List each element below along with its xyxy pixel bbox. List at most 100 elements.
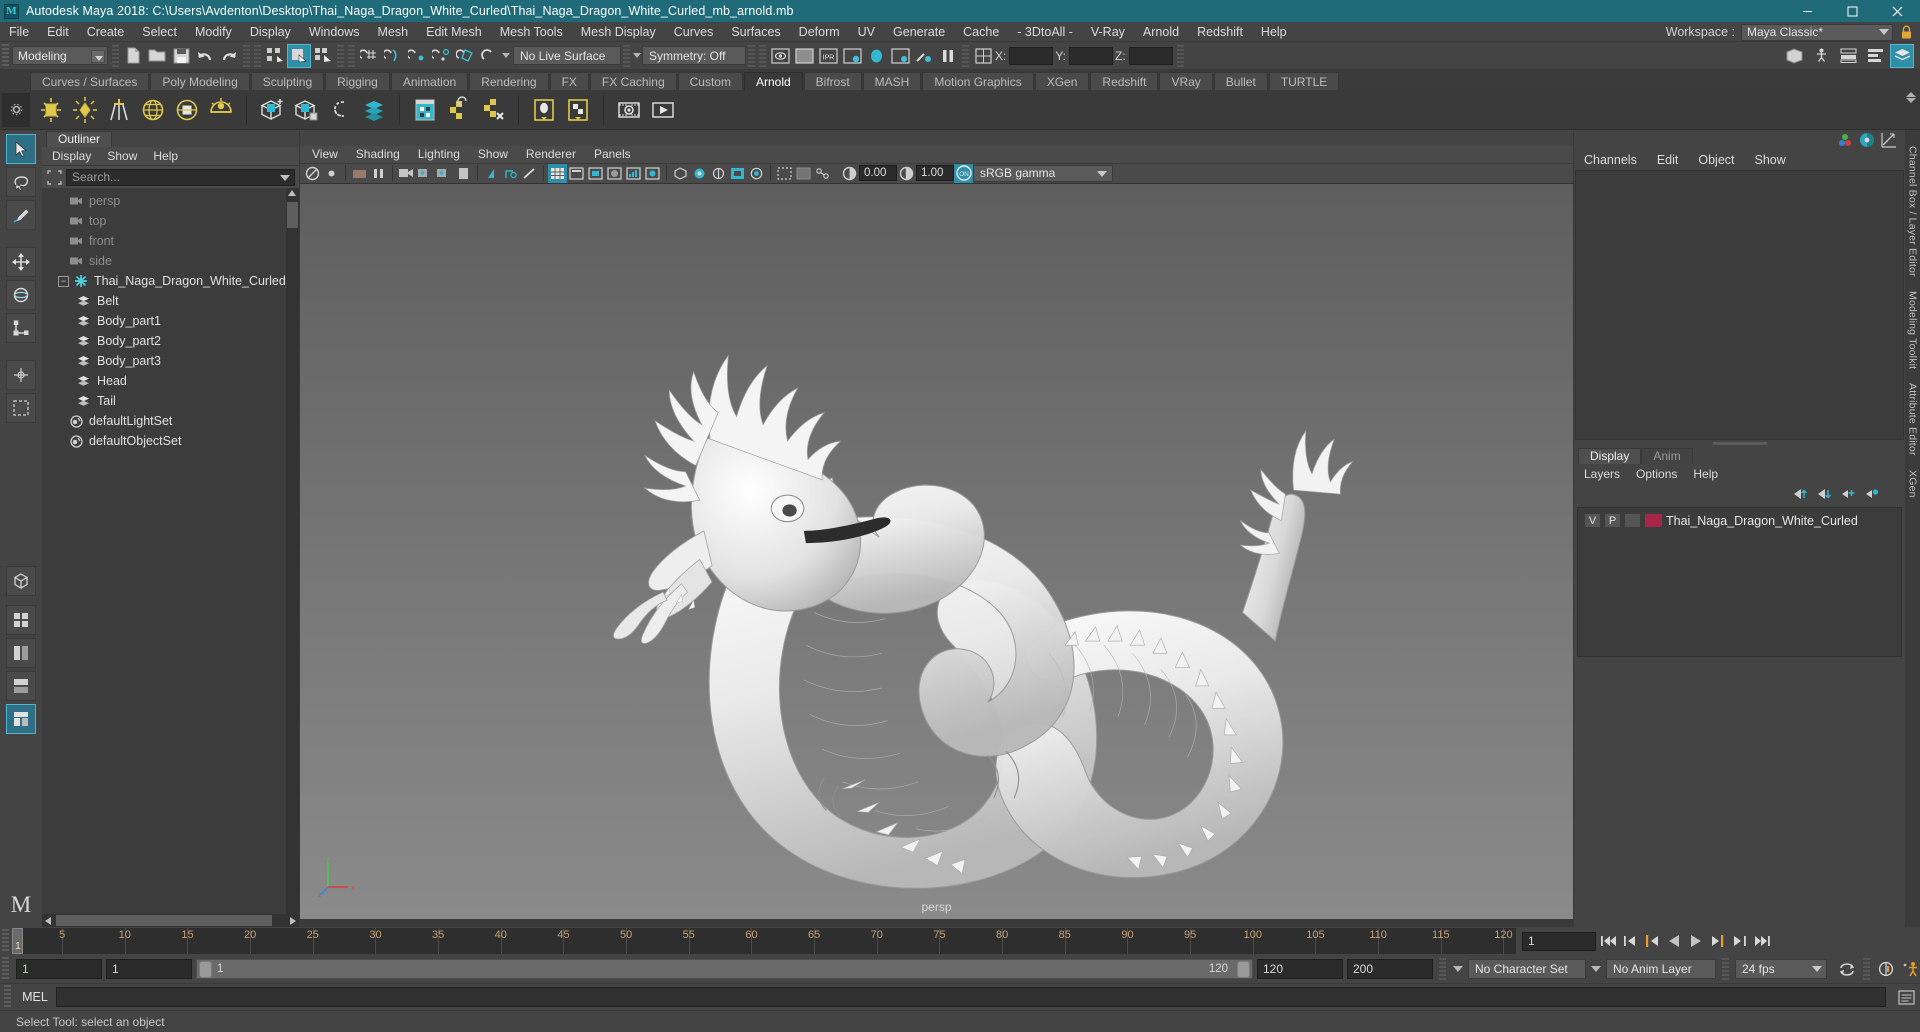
script-editor-icon[interactable] <box>1892 986 1920 1008</box>
range-slider-gripper[interactable] <box>2 957 9 981</box>
outliner-menu-show[interactable]: Show <box>107 149 137 163</box>
vtab-modeling-toolkit[interactable]: Modeling Toolkit <box>1907 291 1919 369</box>
viewport-menu-panels[interactable]: Panels <box>594 147 631 161</box>
outliner-item-default-object-set[interactable]: defaultObjectSet <box>42 431 299 451</box>
scrollbar-thumb[interactable] <box>287 202 298 228</box>
channel-menu-channels[interactable]: Channels <box>1584 153 1637 167</box>
shelf-scroll-arrows[interactable] <box>1906 92 1916 103</box>
maximize-button[interactable] <box>1830 0 1875 22</box>
menu-create[interactable]: Create <box>78 22 134 42</box>
range-end-handle[interactable] <box>1237 961 1250 978</box>
snap-to-point-icon[interactable] <box>405 44 429 68</box>
shelf-tab-sculpting[interactable]: Sculpting <box>250 72 325 90</box>
arnold-flare-icon[interactable] <box>442 93 476 127</box>
command-line-gripper[interactable] <box>4 985 11 1009</box>
grid-toggle-icon[interactable] <box>454 164 473 183</box>
shelf-tab-rigging[interactable]: Rigging <box>325 72 390 90</box>
select-by-component-type-button[interactable] <box>311 44 335 68</box>
statusline-gripper[interactable] <box>2 43 9 68</box>
new-scene-button[interactable] <box>121 44 145 68</box>
xray-joints-icon[interactable] <box>813 164 832 183</box>
menu-set-dropdown[interactable]: Modeling <box>12 46 108 65</box>
viewport-menu-shading[interactable]: Shading <box>356 147 400 161</box>
single-perspective-view-button[interactable] <box>6 566 36 596</box>
collapse-group-icon[interactable]: − <box>58 275 69 287</box>
shelf-tab-curves-surfaces[interactable]: Curves / Surfaces <box>30 72 150 90</box>
search-icon[interactable] <box>46 169 62 185</box>
shelf-tab-bullet[interactable]: Bullet <box>1213 72 1268 90</box>
shelf-tab-fx[interactable]: FX <box>549 72 589 90</box>
select-by-object-type-button[interactable] <box>287 43 311 68</box>
shelf-tab-vray[interactable]: VRay <box>1159 72 1213 90</box>
step-back-keyframe-icon[interactable] <box>1620 931 1640 951</box>
resolution-gate-icon[interactable] <box>501 164 520 183</box>
outliner-item-front[interactable]: front <box>42 231 299 251</box>
snap-to-view-planes-icon[interactable] <box>453 44 477 68</box>
range-slider-bar[interactable]: 1 120 <box>196 959 1253 979</box>
menu-mesh[interactable]: Mesh <box>369 22 418 42</box>
coord-x-input[interactable] <box>1009 46 1054 65</box>
select-by-hierarchy-button[interactable] <box>263 44 287 68</box>
scroll-left-icon[interactable] <box>45 917 51 925</box>
outliner-menu-display[interactable]: Display <box>52 149 91 163</box>
viewport-menu-renderer[interactable]: Renderer <box>526 147 576 161</box>
outliner-item-tail[interactable]: Tail <box>42 391 299 411</box>
layer-menu-layers[interactable]: Layers <box>1584 467 1620 481</box>
shelf-tab-rendering[interactable]: Rendering <box>469 72 549 90</box>
layer-menu-help[interactable]: Help <box>1693 467 1718 481</box>
snap-options-chevron-icon[interactable] <box>501 46 511 66</box>
menu-redshift[interactable]: Redshift <box>1188 22 1252 42</box>
render-settings-icon[interactable] <box>840 44 864 68</box>
image-plane-attributes-icon[interactable] <box>369 164 388 183</box>
outliner-item-body-part1[interactable]: Body_part1 <box>42 311 299 331</box>
new-layer-from-selected-icon[interactable] <box>1864 488 1879 500</box>
minimize-button[interactable] <box>1785 0 1830 22</box>
lasso-select-tool-button[interactable] <box>6 167 36 197</box>
exposure-value-input[interactable]: 0.00 <box>859 165 897 182</box>
playback-speed-dropdown[interactable]: 24 fps <box>1735 959 1827 979</box>
channel-box-icon[interactable] <box>1837 133 1853 147</box>
open-scene-button[interactable] <box>145 44 169 68</box>
camera-attributes-icon[interactable] <box>350 164 369 183</box>
four-view-layout-button[interactable] <box>6 605 36 635</box>
last-tool-used-button[interactable] <box>6 393 36 423</box>
outliner-horizontal-scrollbar[interactable] <box>42 914 299 927</box>
xray-toggle-icon[interactable] <box>794 164 813 183</box>
film-gate-icon[interactable] <box>482 164 501 183</box>
graph-editor-icon[interactable] <box>1881 132 1897 148</box>
layer-playback-toggle[interactable]: P <box>1604 513 1621 528</box>
workspace-dropdown[interactable]: Maya Classic* <box>1741 23 1893 41</box>
arnold-remove-icon[interactable] <box>476 93 510 127</box>
arnold-render-sequence-icon[interactable] <box>646 93 680 127</box>
menu-curves[interactable]: Curves <box>665 22 723 42</box>
vtab-attribute-editor[interactable]: Attribute Editor <box>1907 383 1919 456</box>
color-management-toggle-icon[interactable]: ON <box>954 163 973 183</box>
multisample-aa-icon[interactable] <box>728 164 747 183</box>
menu-cache[interactable]: Cache <box>954 22 1008 42</box>
step-forward-frame-icon[interactable] <box>1708 931 1728 951</box>
shelf-options-gear-icon[interactable] <box>2 92 30 127</box>
outliner-tab[interactable]: Outliner <box>46 131 113 147</box>
step-back-frame-icon[interactable] <box>1642 931 1662 951</box>
menu-deform[interactable]: Deform <box>790 22 849 42</box>
attribute-editor-icon[interactable] <box>1859 132 1875 148</box>
channel-box-content[interactable] <box>1575 170 1904 440</box>
layer-list[interactable]: V P Thai_Naga_Dragon_White_Curled <box>1577 507 1902 657</box>
channel-menu-edit[interactable]: Edit <box>1657 153 1679 167</box>
outliner-tree[interactable]: persp top front side − Thai_Naga_Dragon_… <box>42 188 299 914</box>
arnold-open-render-view-icon[interactable] <box>612 93 646 127</box>
snap-to-projected-center-icon[interactable] <box>429 44 453 68</box>
shelf-tab-poly-modeling[interactable]: Poly Modeling <box>150 72 250 90</box>
shadow-toggle-icon[interactable] <box>671 164 690 183</box>
layer-tab-display[interactable]: Display <box>1578 448 1642 464</box>
menu-edit[interactable]: Edit <box>38 22 78 42</box>
outliner-menu-help[interactable]: Help <box>153 149 178 163</box>
menu-file[interactable]: File <box>0 22 38 42</box>
menu-edit-mesh[interactable]: Edit Mesh <box>417 22 491 42</box>
show-hide-modeling-toolkit-icon[interactable] <box>1782 44 1806 68</box>
move-layer-up-icon[interactable] <box>1792 488 1807 500</box>
play-forwards-icon[interactable] <box>1686 931 1706 951</box>
panel-splitter-handle[interactable] <box>1574 440 1905 447</box>
scale-tool-button[interactable] <box>6 313 36 343</box>
render-current-frame-icon[interactable] <box>768 44 792 68</box>
